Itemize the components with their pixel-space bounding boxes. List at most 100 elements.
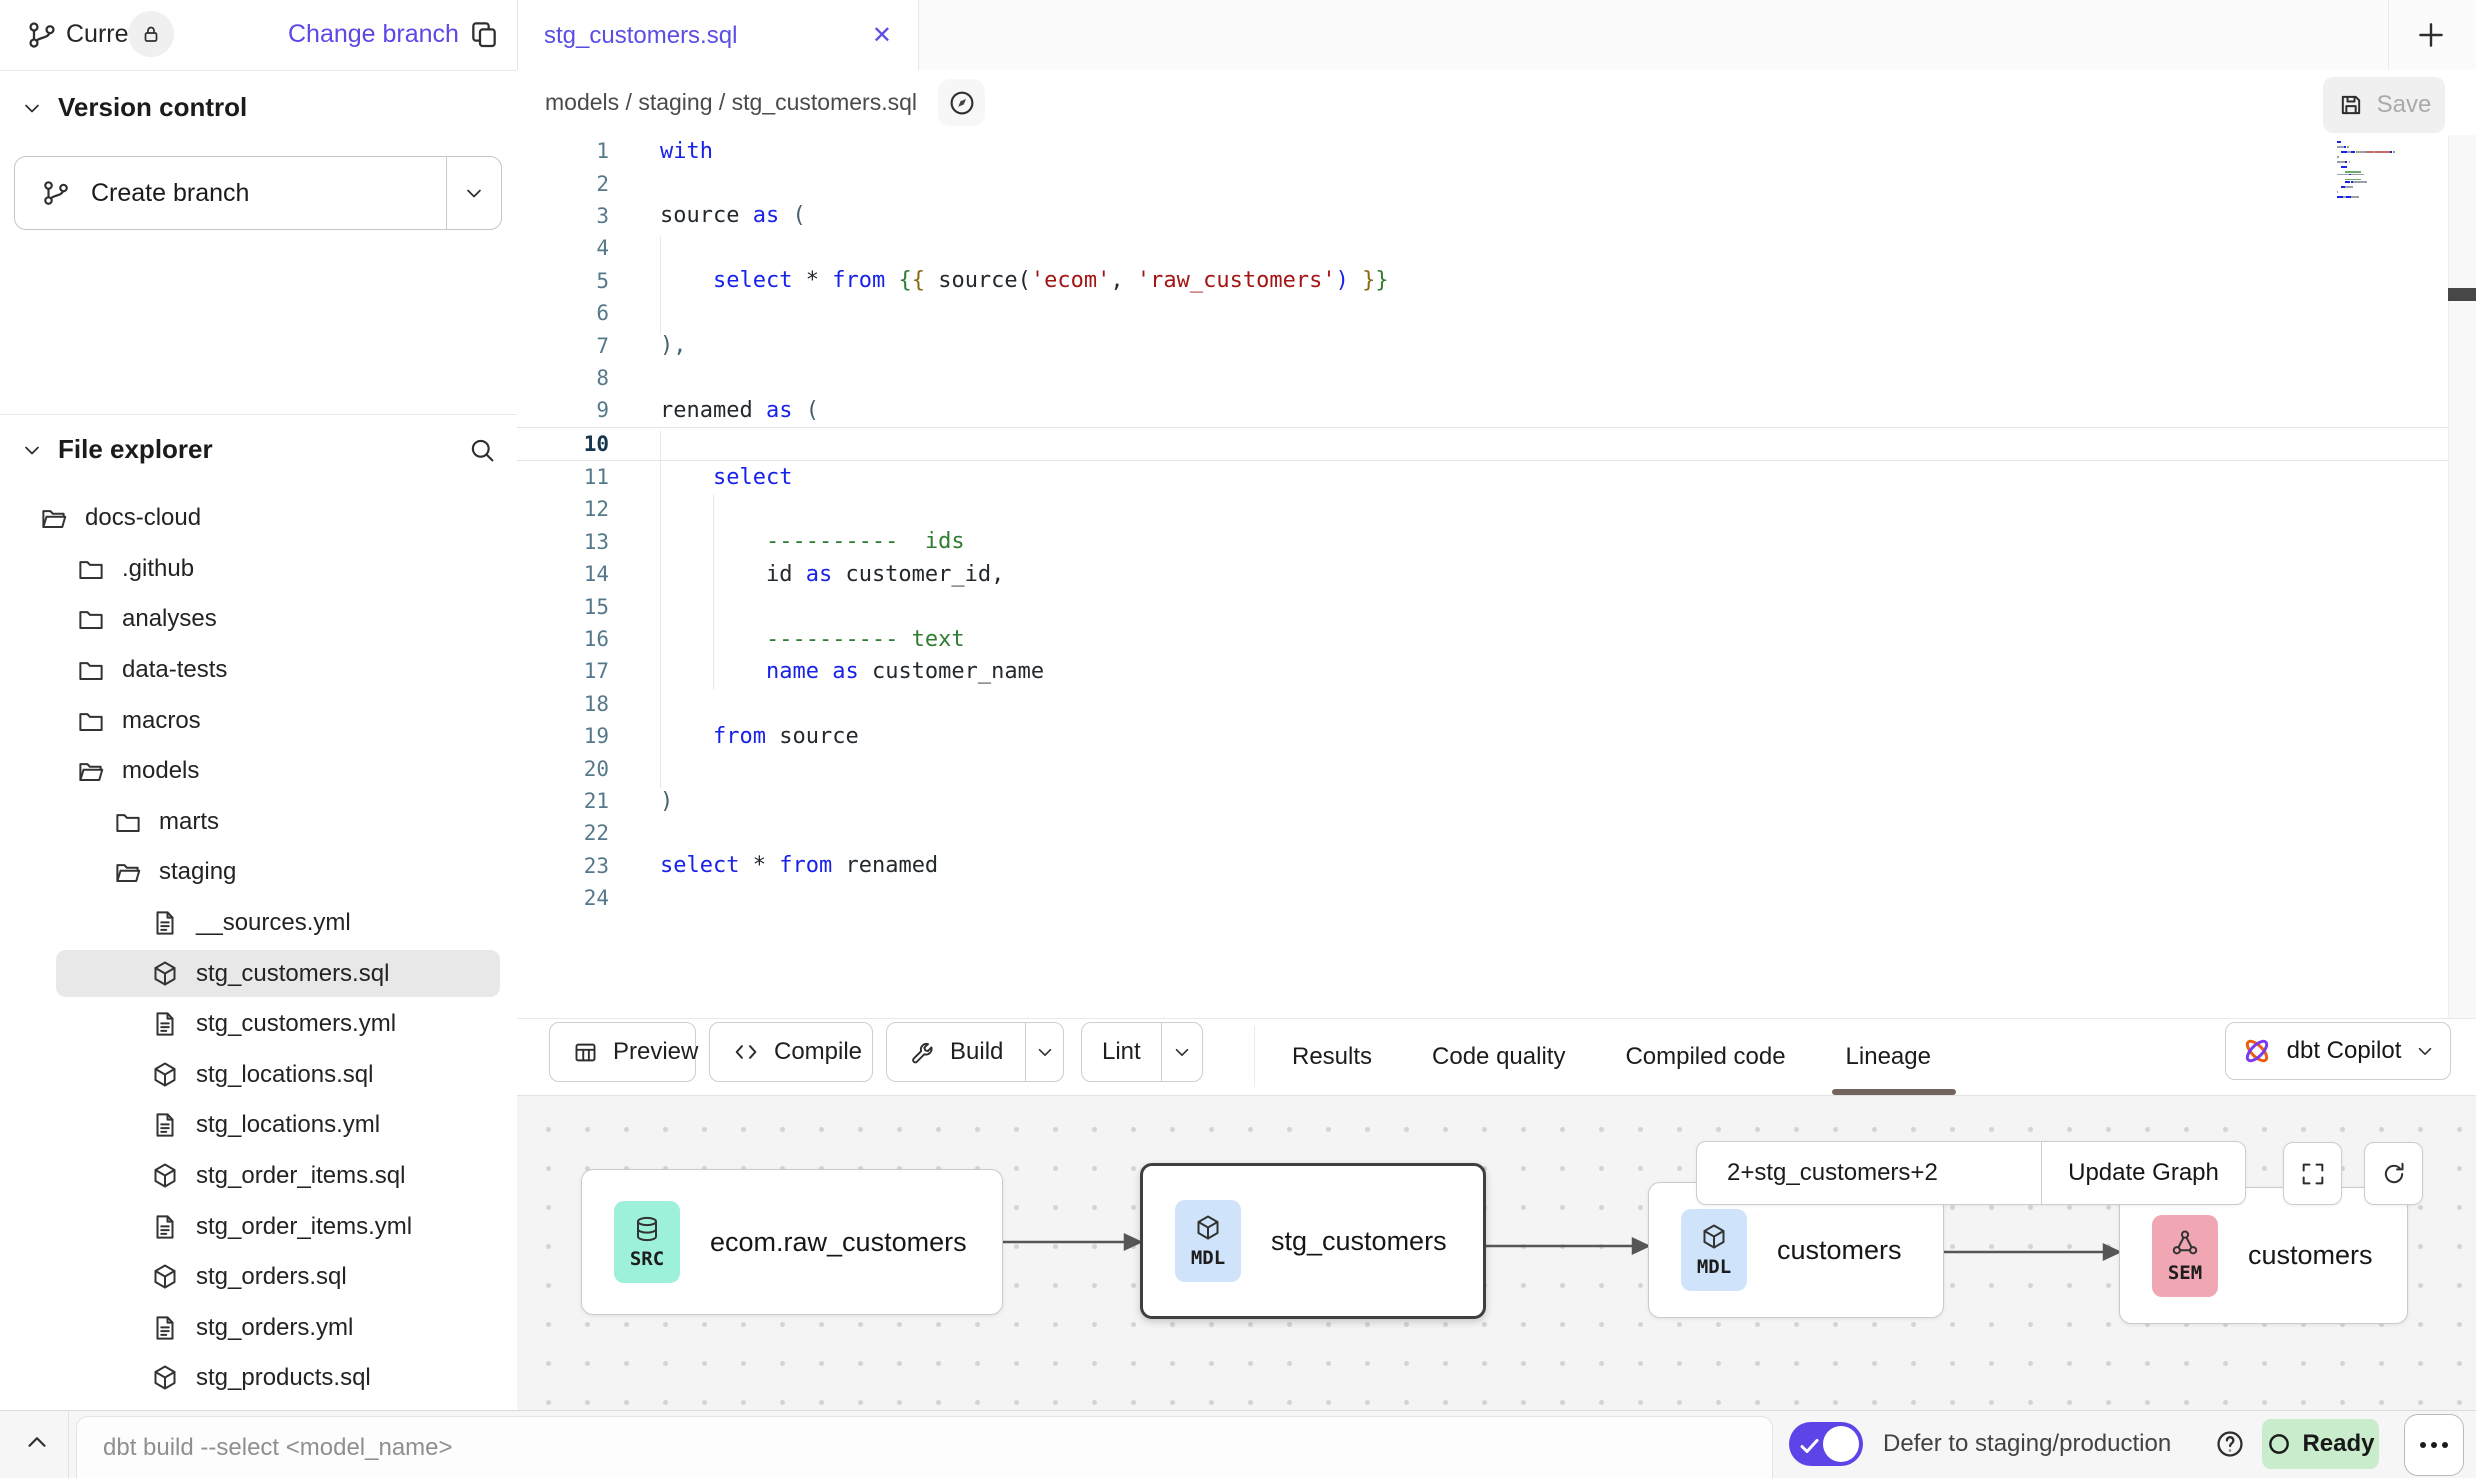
defer-label: Defer to staging/production bbox=[1883, 1410, 2171, 1478]
refresh-button[interactable] bbox=[2364, 1142, 2423, 1205]
tree-item-label: models bbox=[122, 757, 199, 785]
code-line-15[interactable]: 15 bbox=[517, 590, 2448, 622]
editor-scrollbar[interactable] bbox=[2448, 135, 2476, 1018]
more-options-button[interactable] bbox=[2404, 1414, 2464, 1476]
command-input[interactable]: dbt build --select <model_name> bbox=[76, 1416, 1773, 1478]
create-branch-button[interactable]: Create branch bbox=[14, 156, 502, 230]
editor-minimap[interactable] bbox=[2337, 141, 2441, 201]
version-control-section-header[interactable]: Version control bbox=[20, 92, 247, 123]
code-line-5[interactable]: 5 select * from {{ source('ecom', 'raw_c… bbox=[517, 265, 2448, 297]
line-content: ) bbox=[609, 789, 673, 814]
code-line-4[interactable]: 4 bbox=[517, 232, 2448, 264]
tree-item-label: stg_orders.yml bbox=[196, 1314, 353, 1342]
code-line-12[interactable]: 12 bbox=[517, 493, 2448, 525]
close-tab-icon[interactable]: ✕ bbox=[872, 21, 892, 50]
code-line-17[interactable]: 17 name as customer_name bbox=[517, 655, 2448, 687]
update-graph-button[interactable]: Update Graph bbox=[2041, 1142, 2245, 1204]
tree-item-models[interactable]: models bbox=[0, 746, 516, 797]
new-tab-button[interactable] bbox=[2407, 11, 2455, 59]
code-line-22[interactable]: 22 bbox=[517, 817, 2448, 849]
code-line-24[interactable]: 24 bbox=[517, 882, 2448, 914]
tree-item-label: stg_order_items.yml bbox=[196, 1213, 412, 1241]
model-icon bbox=[150, 1060, 180, 1090]
code-line-9[interactable]: 9renamed as ( bbox=[517, 394, 2448, 426]
compile-button[interactable]: Compile bbox=[709, 1022, 873, 1082]
line-number: 24 bbox=[517, 886, 609, 910]
code-line-16[interactable]: 16 ---------- text bbox=[517, 623, 2448, 655]
tab-stg-customers-sql[interactable]: stg_customers.sql ✕ bbox=[517, 0, 919, 71]
lint-dropdown[interactable] bbox=[1161, 1023, 1202, 1081]
tree-item-stg-products-sql[interactable]: stg_products.sql bbox=[0, 1353, 516, 1404]
build-button[interactable]: Build bbox=[886, 1022, 1064, 1082]
change-branch-link[interactable]: Change branch bbox=[288, 20, 459, 49]
copy-branch-icon[interactable] bbox=[468, 18, 500, 50]
code-line-20[interactable]: 20 bbox=[517, 752, 2448, 784]
code-line-11[interactable]: 11 select bbox=[517, 461, 2448, 493]
ready-status-badge: Ready bbox=[2262, 1419, 2379, 1469]
tab-lineage[interactable]: Lineage bbox=[1846, 1043, 1931, 1071]
code-line-1[interactable]: 1with bbox=[517, 135, 2448, 167]
lint-button[interactable]: Lint bbox=[1081, 1022, 1203, 1082]
branch-locked-badge bbox=[128, 11, 174, 57]
code-line-18[interactable]: 18 bbox=[517, 688, 2448, 720]
lineage-selector-input[interactable]: 2+stg_customers+2 bbox=[1697, 1142, 2041, 1204]
save-button[interactable]: Save bbox=[2323, 77, 2445, 133]
tree-item-stg-locations-yml[interactable]: stg_locations.yml bbox=[0, 1100, 516, 1151]
tree-item--github[interactable]: .github bbox=[0, 544, 516, 595]
tab-results[interactable]: Results bbox=[1292, 1043, 1372, 1071]
defer-toggle[interactable] bbox=[1789, 1422, 1863, 1466]
expand-command-bar-icon[interactable] bbox=[22, 1427, 52, 1457]
code-line-14[interactable]: 14 id as customer_id, bbox=[517, 558, 2448, 590]
tree-item-staging[interactable]: staging bbox=[0, 847, 516, 898]
code-line-13[interactable]: 13 ---------- ids bbox=[517, 526, 2448, 558]
code-line-3[interactable]: 3source as ( bbox=[517, 200, 2448, 232]
tree-item-analyses[interactable]: analyses bbox=[0, 594, 516, 645]
dbt-copilot-button[interactable]: dbt Copilot bbox=[2225, 1022, 2451, 1080]
tree-item-macros[interactable]: macros bbox=[0, 695, 516, 746]
code-line-8[interactable]: 8 bbox=[517, 362, 2448, 394]
node-label: ecom.raw_customers bbox=[710, 1227, 967, 1258]
preview-button[interactable]: Preview bbox=[549, 1022, 696, 1082]
folder-open-icon bbox=[113, 857, 143, 887]
help-icon[interactable] bbox=[2214, 1428, 2246, 1460]
tree-item-marts[interactable]: marts bbox=[0, 797, 516, 848]
lineage-node-customers[interactable]: SEMcustomers bbox=[2119, 1187, 2408, 1324]
code-line-19[interactable]: 19 from source bbox=[517, 720, 2448, 752]
code-line-10[interactable]: 10 bbox=[517, 427, 2448, 461]
tab-title: stg_customers.sql bbox=[544, 22, 737, 50]
build-dropdown[interactable] bbox=[1025, 1023, 1063, 1081]
tab-compiled-code[interactable]: Compiled code bbox=[1625, 1043, 1785, 1071]
code-editor[interactable]: 1with23source as ( 4 5 select * from {{ so… bbox=[517, 135, 2448, 1018]
code-line-23[interactable]: 23select * from renamed bbox=[517, 850, 2448, 882]
tree-item-stg-order-items-sql[interactable]: stg_order_items.sql bbox=[0, 1151, 516, 1202]
search-icon[interactable] bbox=[467, 435, 497, 465]
node-badge-mdl: MDL bbox=[1175, 1200, 1241, 1282]
create-branch-dropdown[interactable] bbox=[446, 157, 501, 229]
tree-item-stg-customers-sql[interactable]: stg_customers.sql bbox=[0, 948, 516, 999]
lineage-panel[interactable]: SRC ecom.raw_customers MDL stg_customersMDL… bbox=[517, 1095, 2476, 1411]
file-explorer-section-header[interactable]: File explorer bbox=[20, 434, 497, 465]
fullscreen-button[interactable] bbox=[2283, 1142, 2342, 1205]
copilot-compass-icon[interactable] bbox=[938, 79, 985, 126]
code-line-7[interactable]: 7), bbox=[517, 329, 2448, 361]
code-line-6[interactable]: 6 bbox=[517, 297, 2448, 329]
tree-item-stg-order-items-yml[interactable]: stg_order_items.yml bbox=[0, 1201, 516, 1252]
node-label: stg_customers bbox=[1271, 1226, 1447, 1257]
lineage-node-ecom-raw-customers[interactable]: SRC ecom.raw_customers bbox=[581, 1169, 1003, 1315]
lineage-node-stg-customers[interactable]: MDL stg_customers bbox=[1140, 1163, 1486, 1319]
tree-item-data-tests[interactable]: data-tests bbox=[0, 645, 516, 696]
line-number: 4 bbox=[517, 236, 609, 260]
create-branch-label: Create branch bbox=[91, 179, 249, 208]
tree-item-stg-orders-yml[interactable]: stg_orders.yml bbox=[0, 1303, 516, 1354]
editor-scrollbar-marker[interactable] bbox=[2448, 288, 2476, 301]
tree-item-docs-cloud[interactable]: docs-cloud bbox=[0, 493, 516, 544]
code-lines: 1with23source as ( 4 5 select * from {{ so… bbox=[517, 135, 2448, 914]
tree-item-stg-customers-yml[interactable]: stg_customers.yml bbox=[0, 999, 516, 1050]
node-badge-label: SRC bbox=[630, 1248, 664, 1270]
code-line-2[interactable]: 2 bbox=[517, 167, 2448, 199]
tree-item-stg-locations-sql[interactable]: stg_locations.sql bbox=[0, 1050, 516, 1101]
tree-item--sources-yml[interactable]: __sources.yml bbox=[0, 898, 516, 949]
code-line-21[interactable]: 21) bbox=[517, 785, 2448, 817]
tree-item-stg-orders-sql[interactable]: stg_orders.sql bbox=[0, 1252, 516, 1303]
tab-code-quality[interactable]: Code quality bbox=[1432, 1043, 1565, 1071]
